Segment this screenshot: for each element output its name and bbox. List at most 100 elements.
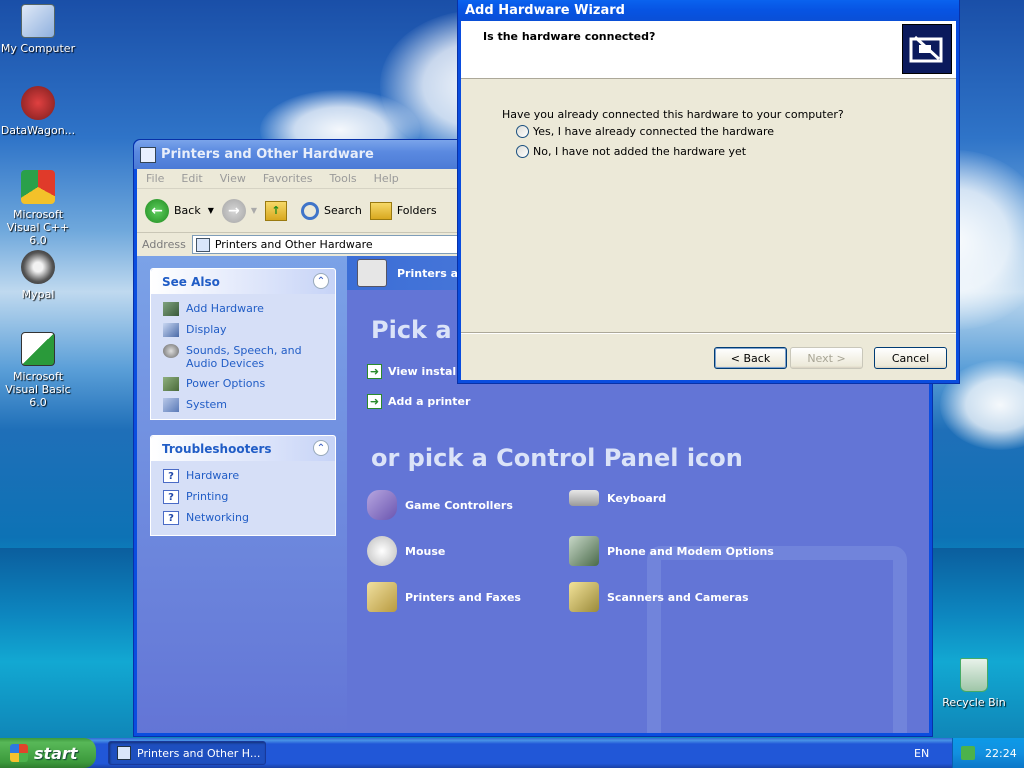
- desktop-icon-my-computer[interactable]: My Computer: [0, 4, 78, 55]
- cp-label: Keyboard: [607, 491, 667, 505]
- collapse-icon[interactable]: ⌃: [313, 273, 329, 289]
- collapse-icon[interactable]: ⌃: [313, 440, 329, 456]
- checkmark-watermark: [647, 546, 907, 733]
- mypal-icon: [21, 250, 55, 284]
- link-sounds[interactable]: Sounds, Speech, and Audio Devices: [163, 344, 335, 370]
- taskbar: start Printers and Other H... EN 22:24: [0, 738, 1024, 768]
- menu-view[interactable]: View: [220, 172, 246, 185]
- window-icon: [140, 146, 156, 163]
- menu-edit[interactable]: Edit: [181, 172, 202, 185]
- cp-label: Mouse: [405, 544, 446, 558]
- desktop-icon-datawagon[interactable]: DataWagon...: [0, 86, 78, 137]
- menu-help[interactable]: Help: [374, 172, 399, 185]
- link-networking[interactable]: ? Networking: [163, 511, 335, 525]
- forward-button[interactable]: → ▼: [221, 198, 258, 223]
- mouse-icon: [367, 536, 397, 566]
- radio-yes-connected[interactable]: Yes, I have already connected the hardwa…: [516, 125, 774, 138]
- start-button[interactable]: start: [0, 738, 96, 768]
- search-icon: [301, 201, 320, 220]
- help-icon: ?: [163, 490, 179, 504]
- arrow-right-icon: ➜: [367, 394, 382, 409]
- link-label: Power Options: [186, 377, 266, 390]
- search-label: Search: [324, 204, 362, 217]
- computer-icon: [21, 4, 55, 38]
- printer-fax-icon: [367, 582, 397, 612]
- radio-label: Yes, I have already connected the hardwa…: [533, 125, 775, 138]
- cp-keyboard[interactable]: Keyboard: [569, 490, 666, 506]
- desktop-icon-label: Microsoft Visual Basic 6.0: [5, 370, 71, 409]
- link-label: Sounds, Speech, and Audio Devices: [186, 344, 302, 370]
- folders-icon: [369, 201, 392, 220]
- desktop-icon-recycle-bin[interactable]: Recycle Bin: [934, 658, 1014, 709]
- keyboard-icon: [569, 490, 599, 506]
- desktop-icon-mypal[interactable]: Mypal: [0, 250, 78, 301]
- link-display[interactable]: Display: [163, 323, 335, 337]
- cp-printers-faxes[interactable]: Printers and Faxes: [367, 582, 521, 612]
- desktop-icon-label: Mypal: [21, 288, 55, 301]
- link-add-hardware[interactable]: Add Hardware: [163, 302, 335, 316]
- link-power-options[interactable]: Power Options: [163, 377, 335, 391]
- speaker-icon: [163, 344, 179, 358]
- folders-button[interactable]: Folders: [369, 201, 437, 220]
- category-title: Printers ar: [397, 266, 464, 280]
- cp-label: Scanners and Cameras: [607, 590, 749, 604]
- wizard-titlebar[interactable]: Add Hardware Wizard: [458, 0, 959, 21]
- power-icon: [163, 377, 179, 391]
- see-also-header[interactable]: See Also ⌃: [151, 269, 335, 294]
- taskbar-item-label: Printers and Other H...: [137, 746, 261, 760]
- desktop-icon-visual-basic[interactable]: Microsoft Visual Basic 6.0: [0, 332, 78, 409]
- link-system[interactable]: System: [163, 398, 335, 412]
- radio-circle-icon: [516, 145, 529, 158]
- cp-phone-modem[interactable]: Phone and Modem Options: [569, 536, 774, 566]
- safely-remove-hardware-icon[interactable]: [961, 746, 975, 760]
- back-button[interactable]: ← Back ▼: [145, 198, 214, 223]
- forward-arrow-icon: →: [221, 198, 246, 223]
- cp-label: Game Controllers: [405, 498, 513, 512]
- cp-mouse[interactable]: Mouse: [367, 536, 445, 566]
- folder-up-icon: ↑: [265, 200, 288, 221]
- radio-label: No, I have not added the hardware yet: [533, 145, 747, 158]
- hardware-wizard-icon: [902, 24, 952, 74]
- task-view-installed[interactable]: ➜ View installe: [367, 364, 467, 379]
- desktop-icon-visual-cpp[interactable]: Microsoft Visual C++ 6.0: [0, 170, 78, 247]
- display-icon: [163, 323, 179, 337]
- phone-icon: [569, 536, 599, 566]
- cp-game-controllers[interactable]: Game Controllers: [367, 490, 513, 520]
- chevron-down-icon: ▼: [250, 206, 258, 215]
- folders-label: Folders: [396, 204, 437, 217]
- language-indicator[interactable]: EN: [914, 747, 929, 760]
- menu-file[interactable]: File: [146, 172, 164, 185]
- pick-task-heading: Pick a: [371, 316, 452, 344]
- cp-scanners-cameras[interactable]: Scanners and Cameras: [569, 582, 749, 612]
- up-button[interactable]: ↑: [265, 200, 288, 221]
- link-printing[interactable]: ? Printing: [163, 490, 335, 504]
- troubleshooters-header[interactable]: Troubleshooters ⌃: [151, 436, 335, 461]
- window-icon: [117, 746, 131, 760]
- back-label: Back: [174, 204, 201, 217]
- wizard-title: Add Hardware Wizard: [465, 2, 625, 18]
- search-button[interactable]: Search: [301, 201, 362, 220]
- desktop-icon-label: Microsoft Visual C++ 6.0: [6, 208, 70, 247]
- link-hardware[interactable]: ? Hardware: [163, 469, 335, 483]
- wizard-heading: Is the hardware connected?: [483, 30, 656, 43]
- task-add-printer[interactable]: ➜ Add a printer: [367, 394, 470, 409]
- link-label: Hardware: [186, 469, 240, 482]
- see-also-title: See Also: [162, 274, 220, 289]
- taskbar-item-explorer[interactable]: Printers and Other H...: [108, 741, 266, 765]
- windows-logo-icon: [10, 744, 28, 762]
- next-button[interactable]: Next >: [790, 347, 863, 369]
- menu-favorites[interactable]: Favorites: [263, 172, 313, 185]
- link-label: Printing: [186, 490, 229, 503]
- radio-no-not-added[interactable]: No, I have not added the hardware yet: [516, 145, 746, 158]
- menu-tools[interactable]: Tools: [330, 172, 357, 185]
- cancel-button[interactable]: Cancel: [874, 347, 947, 369]
- help-icon: ?: [163, 511, 179, 525]
- task-pane: See Also ⌃ Add Hardware Display Sounds, …: [137, 256, 347, 733]
- clock[interactable]: 22:24: [985, 747, 1017, 760]
- start-label: start: [34, 743, 78, 763]
- address-label: Address: [142, 238, 186, 251]
- chevron-down-icon[interactable]: ▼: [208, 206, 214, 215]
- desktop-icon-label: Recycle Bin: [942, 696, 1006, 709]
- back-button[interactable]: < Back: [714, 347, 787, 369]
- add-hardware-wizard: Add Hardware Wizard Is the hardware conn…: [457, 0, 960, 384]
